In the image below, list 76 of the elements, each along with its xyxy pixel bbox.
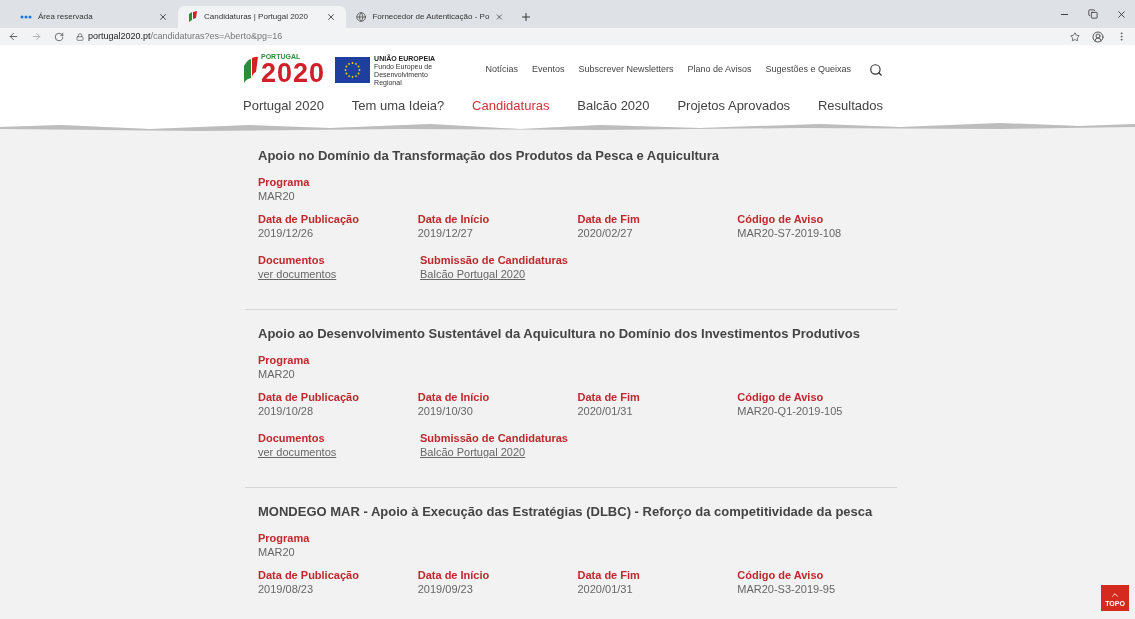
browser-tab[interactable]: Área reservada [10,6,178,28]
field-label: Submissão de Candidaturas [420,432,569,445]
field-value: 2020/01/31 [577,582,633,596]
field-label: Documentos [258,254,326,267]
top-nav-link[interactable]: Notícias [485,63,518,77]
close-icon[interactable] [158,12,168,22]
lock-icon [76,32,84,41]
eu-flag-icon [335,57,371,83]
field-value: 2019/08/23 [258,582,314,596]
main-nav-link[interactable]: Resultados [817,96,883,116]
field-value: 2020/01/31 [577,404,633,418]
close-window-icon[interactable] [1116,8,1127,20]
field-label: Data de Início [417,569,491,582]
field-value: 2019/10/28 [258,404,314,418]
field-label: Programa [258,532,311,545]
main-nav-link[interactable]: Projetos Aprovados [677,96,791,116]
main-nav-link[interactable]: Balcão 2020 [577,96,650,116]
leaf-logo-icon [243,56,259,84]
field-value: MAR20-S3-2019-95 [737,582,836,596]
field-link[interactable]: Balcão Portugal 2020 [420,267,526,281]
field-link[interactable]: Balcão Portugal 2020 [420,445,526,459]
main-nav-link[interactable]: Portugal 2020 [243,96,324,116]
leaf-logo-icon [188,11,198,23]
logo-text: 2020 [261,60,326,87]
field-link[interactable]: ver documentos [258,267,337,281]
field-value: 2019/12/26 [258,226,314,240]
field-value: 2020/02/27 [577,226,633,240]
field-label: Submissão de Candidaturas [420,254,569,267]
notice-title: Apoio no Domínio da Transformação dos Produtos da Pesca e Aquicultura [258,148,721,164]
field-label: Data de Publicação [258,569,360,582]
field-label: Data de Fim [577,569,641,582]
profile-icon[interactable] [1092,30,1104,43]
field-label: Documentos [258,432,326,445]
field-label: Data de Publicação [258,391,360,404]
notice-title: MONDEGO MAR - Apoio à Execução das Estratégias (DLBC) - Reforço da competitividade da pesca [258,504,874,520]
field-value: 2019/09/23 [417,582,473,596]
field-label: Data de Fim [577,213,641,226]
tab-title: Fornecedor de Autenticação - Po [372,11,490,23]
top-nav-link[interactable]: Sugestões e Queixas [765,63,851,77]
field-label: Código de Aviso [737,569,825,582]
url-text: portugal2020.pt/candidaturas?es=Aberto&pg=16 [88,29,283,43]
main-nav-link[interactable]: Candidaturas [472,96,550,116]
globe-icon [356,11,367,23]
new-tab-icon[interactable] [520,11,532,23]
field-value: 2019/10/30 [417,404,473,418]
field-value: MAR20 [258,545,295,559]
star-icon[interactable] [1070,31,1080,42]
field-value: 2019/12/27 [417,226,473,240]
field-label: Programa [258,354,311,367]
search-icon[interactable] [869,63,883,77]
notice-title: Apoio ao Desenvolvimento Sustentável da Aquicultura no Domínio dos Investimentos Produtivos [258,326,861,342]
field-label: Data de Início [417,213,491,226]
top-nav-link[interactable]: Subscrever Newsletters [578,63,674,77]
top-nav-link[interactable]: Plano de Avisos [687,63,752,77]
field-value: MAR20-S7-2019-108 [737,226,842,240]
field-value: MAR20-Q1-2019-105 [737,404,843,418]
field-label: Data de Fim [577,391,641,404]
field-label: Data de Publicação [258,213,360,226]
field-value: MAR20 [258,189,295,203]
back-icon[interactable] [8,31,19,42]
dots-icon [20,14,32,20]
field-link[interactable]: ver documentos [258,445,337,459]
close-icon[interactable] [326,12,336,22]
top-nav-link[interactable]: Eventos [531,63,565,77]
field-label: Código de Aviso [737,391,825,404]
tab-title: Área reservada [38,11,94,23]
browser-tab[interactable]: Fornecedor de Autenticação - Po [346,6,514,28]
main-nav-link[interactable]: Tem uma Ideia? [351,96,445,116]
field-value: MAR20 [258,367,295,381]
reload-icon[interactable] [54,31,64,42]
tab-title: Candidaturas | Portugal 2020 [204,11,309,23]
field-label: Programa [258,176,311,189]
field-label: Código de Aviso [737,213,825,226]
restore-icon[interactable] [1088,9,1098,19]
browser-tab[interactable]: Candidaturas | Portugal 2020 [178,6,346,28]
field-label: Data de Início [417,391,491,404]
